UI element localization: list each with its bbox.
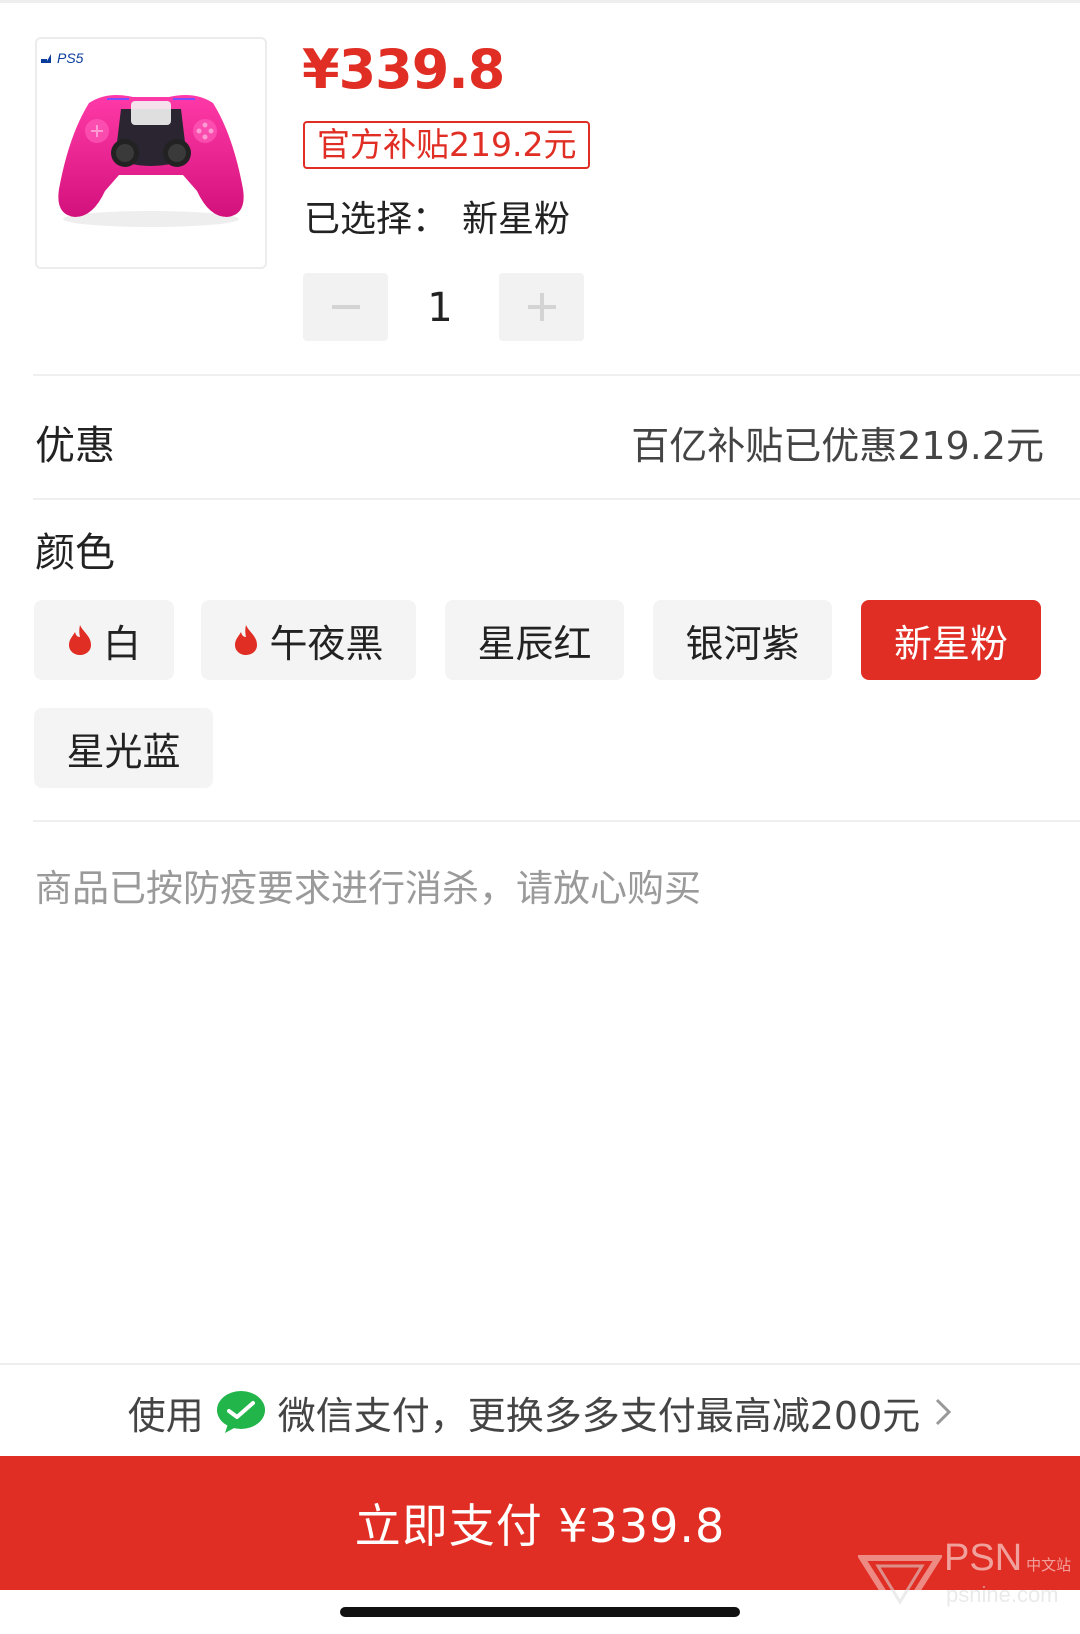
color-option-nova-pink[interactable]: 新星粉 — [861, 600, 1041, 680]
watermark-sub: 中文站 — [1026, 1557, 1072, 1574]
home-indicator[interactable] — [340, 1607, 740, 1617]
color-option-label: 星光蓝 — [66, 729, 181, 774]
ps5-logo-text: PS5 — [57, 50, 84, 66]
watermark-brand: PSN — [944, 1537, 1023, 1579]
divider — [33, 498, 1080, 500]
color-option-midnight-black[interactable]: 午夜黑 — [201, 600, 416, 680]
color-option-label: 新星粉 — [893, 621, 1008, 666]
color-option-white[interactable]: 白 — [34, 600, 174, 680]
product-image[interactable]: PS5 — [35, 37, 267, 269]
minus-icon — [331, 305, 360, 309]
disinfection-notice: 商品已按防疫要求进行消杀，请放心购买 — [35, 867, 701, 910]
selected-label: 已选择： — [304, 199, 449, 240]
divider — [33, 374, 1080, 376]
wechat-pay-icon — [216, 1390, 266, 1434]
payment-text: 微信支付，更换多多支付最高减200元 — [277, 1393, 921, 1438]
discount-value[interactable]: 百亿补贴已优惠219.2元 — [631, 415, 1044, 470]
hot-flame-icon — [67, 624, 93, 656]
payment-method-row[interactable]: 使用 微信支付，更换多多支付最高减200元 — [0, 1372, 1080, 1452]
quantity-decrease-button[interactable] — [303, 273, 388, 341]
divider — [0, 1363, 1080, 1365]
selected-spec: 已选择： 新星粉 — [304, 190, 570, 242]
plus-icon — [527, 293, 556, 321]
divider — [33, 820, 1080, 822]
quantity-increase-button[interactable] — [499, 273, 584, 341]
color-option-starlight-blue[interactable]: 星光蓝 — [34, 708, 213, 788]
color-label: 颜色 — [35, 530, 115, 576]
color-option-galaxy-purple[interactable]: 银河紫 — [653, 600, 832, 680]
color-option-label: 银河紫 — [685, 621, 800, 666]
color-option-label: 白 — [102, 621, 141, 666]
top-divider — [0, 0, 1080, 3]
product-price: ¥339.8 — [302, 38, 505, 101]
payment-prefix: 使用 — [127, 1393, 204, 1438]
chevron-right-icon — [934, 1397, 952, 1427]
psnine-watermark: PSN 中文站 psnine.com — [858, 1538, 1071, 1622]
selected-value: 新星粉 — [462, 199, 571, 240]
pink-ps5-controller-image: PS5 — [41, 50, 244, 227]
watermark-url: psnine.com — [946, 1582, 1059, 1607]
watermark-text: PSN 中文站 — [944, 1538, 1071, 1586]
psnine-logo-icon — [858, 1555, 942, 1622]
discount-label: 优惠 — [35, 423, 115, 469]
color-option-star-red[interactable]: 星辰红 — [445, 600, 624, 680]
color-option-label: 星辰红 — [477, 621, 592, 666]
subsidy-tag: 官方补贴219.2元 — [303, 121, 591, 169]
quantity-value[interactable]: 1 — [380, 278, 500, 338]
hot-flame-icon — [233, 624, 259, 656]
color-option-label: 午夜黑 — [269, 621, 384, 666]
